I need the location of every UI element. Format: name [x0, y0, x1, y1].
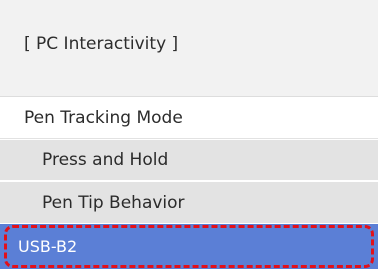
- menu-item-usb-b2-selected[interactable]: USB-B2: [0, 224, 378, 269]
- menu-header-title: [ PC Interactivity ]: [24, 34, 179, 54]
- menu-item-pen-tip-behavior[interactable]: Pen Tip Behavior: [0, 182, 378, 223]
- settings-menu-panel: [ PC Interactivity ] Pen Tracking Mode P…: [0, 0, 378, 273]
- menu-header: [ PC Interactivity ]: [0, 0, 378, 97]
- menu-item-press-and-hold[interactable]: Press and Hold: [0, 140, 378, 181]
- menu-item-pen-tracking-mode[interactable]: Pen Tracking Mode: [0, 98, 378, 139]
